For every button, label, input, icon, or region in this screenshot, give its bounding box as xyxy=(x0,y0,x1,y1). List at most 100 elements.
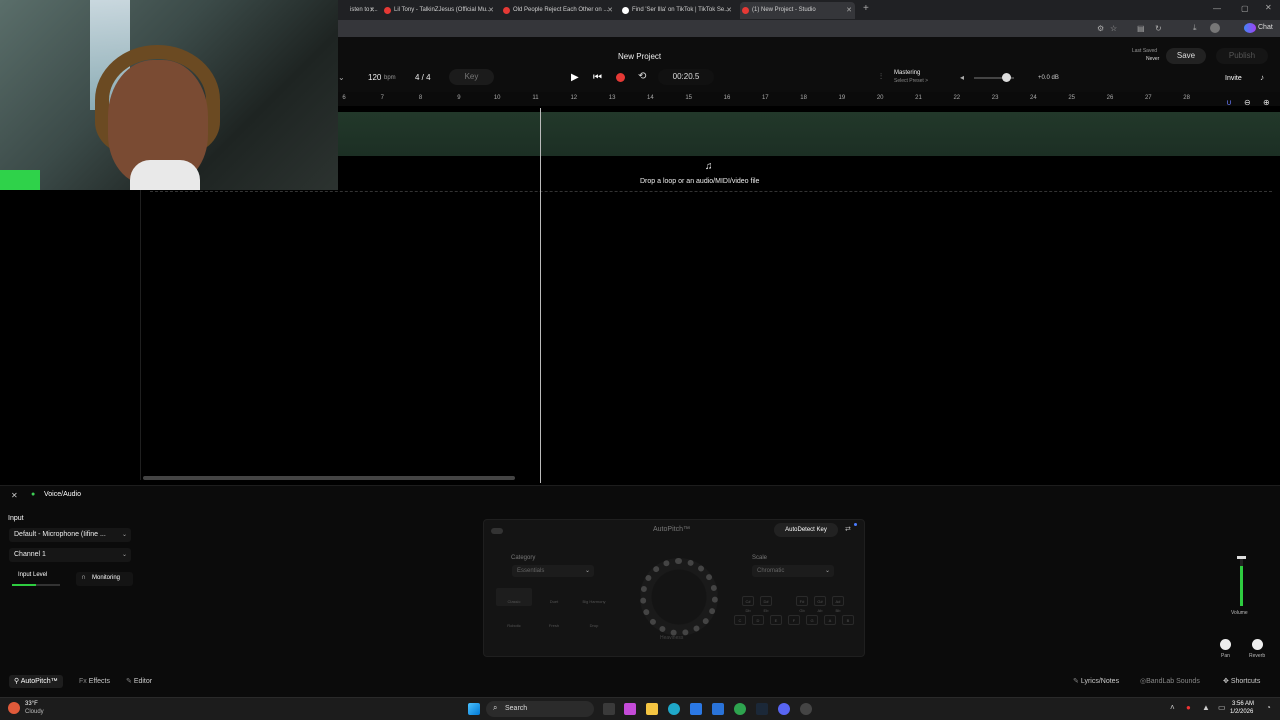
key-d[interactable]: D xyxy=(752,615,764,625)
autopitch-toggle[interactable] xyxy=(491,528,503,534)
sidebar-icon[interactable]: ▤ xyxy=(1137,24,1145,33)
close-tab-icon[interactable]: ✕ xyxy=(607,2,613,19)
browser-tab[interactable]: Old People Reject Each Other on ... ✕ xyxy=(501,2,616,19)
track-lane[interactable] xyxy=(338,112,1280,156)
close-tab-icon[interactable]: ✕ xyxy=(369,2,375,19)
browser-tab[interactable]: isten to r... ✕ xyxy=(338,2,378,19)
category-select[interactable]: Essentials ⌄ xyxy=(512,565,594,577)
weather-desc[interactable]: Cloudy xyxy=(25,709,44,715)
close-window-icon[interactable]: ✕ xyxy=(1265,3,1272,12)
tray-app-icon[interactable]: ● xyxy=(1186,703,1191,712)
timeline-ruler[interactable]: 6 7 8 9 10 11 12 13 14 15 16 17 18 19 20 21 22 23 24 25 26 27… xyxy=(338,92,1280,106)
zoom-in-icon[interactable]: ⊕ xyxy=(1263,98,1270,107)
clock-date[interactable]: 1/2/2026 xyxy=(1230,709,1253,715)
bell-icon[interactable]: ♪ xyxy=(1260,73,1264,82)
monitoring-button[interactable]: ∩ Monitoring xyxy=(76,572,133,586)
preset-classic[interactable]: Classic xyxy=(496,588,532,606)
refresh-icon[interactable]: ↻ xyxy=(1155,24,1162,33)
mastering-label[interactable]: Mastering xyxy=(894,70,920,76)
key-a-sharp[interactable]: A# Bb xyxy=(832,596,844,613)
browser-tab[interactable]: Find 'Ser Illa' on TikTok | TikTok Se...… xyxy=(620,2,735,19)
close-tab-icon[interactable]: ✕ xyxy=(846,2,852,19)
discord-icon[interactable] xyxy=(778,703,790,715)
reverb-knob[interactable] xyxy=(1252,639,1263,650)
preset-duet[interactable]: Duet xyxy=(536,588,572,606)
chevron-up-icon[interactable]: ˄ xyxy=(1170,703,1175,712)
browser-tab[interactable]: Lil Tony - TalkinZJesus (Official Mu... … xyxy=(382,2,497,19)
volume-fader-thumb[interactable] xyxy=(1237,556,1246,559)
close-icon[interactable]: ✕ xyxy=(11,491,18,500)
key-e[interactable]: E xyxy=(770,615,782,625)
play-icon[interactable]: ▶ xyxy=(571,72,579,83)
playhead[interactable] xyxy=(540,108,541,483)
slider-thumb[interactable] xyxy=(1002,73,1011,82)
tab-lyrics-notes[interactable]: ✎ Lyrics/Notes xyxy=(1068,675,1124,688)
copilot-app-icon[interactable] xyxy=(624,703,636,715)
key-g[interactable]: G xyxy=(806,615,818,625)
close-tab-icon[interactable]: ✕ xyxy=(726,2,732,19)
time-signature[interactable]: 4 / 4 xyxy=(415,73,431,82)
magnet-icon[interactable]: ∪ xyxy=(1226,98,1232,107)
key-g-sharp[interactable]: G# Ab xyxy=(814,596,826,613)
publish-button[interactable]: Publish xyxy=(1216,48,1268,64)
mastering-preset[interactable]: Select Preset > xyxy=(894,78,928,84)
key-c[interactable]: C xyxy=(734,615,746,625)
file-explorer-icon[interactable] xyxy=(646,703,658,715)
settings-sliders-icon[interactable]: ⇄ xyxy=(845,525,851,533)
tray-icon[interactable]: ▲ xyxy=(1202,703,1210,712)
preset-fresh[interactable]: Fresh xyxy=(536,612,572,630)
scale-select[interactable]: Chromatic ⌄ xyxy=(752,565,834,577)
preset-robotic[interactable]: Robotic xyxy=(496,612,532,630)
skip-back-icon[interactable]: ⏮ xyxy=(593,72,602,83)
windows-start-icon[interactable] xyxy=(468,703,480,715)
record-icon[interactable] xyxy=(616,73,625,82)
key-f-sharp[interactable]: F# Gb xyxy=(796,596,808,613)
volume-meter[interactable] xyxy=(1240,556,1243,606)
tab-effects[interactable]: Fx Effects xyxy=(74,675,115,688)
clock-time[interactable]: 3:56 AM xyxy=(1232,701,1254,707)
edge-icon[interactable] xyxy=(668,703,680,715)
tab-shortcuts[interactable]: ✥ Shortcuts xyxy=(1218,675,1265,688)
key-b[interactable]: B xyxy=(842,615,854,625)
pan-knob[interactable] xyxy=(1220,639,1231,650)
preset-big-harmony[interactable]: Big Harmony xyxy=(576,588,612,606)
media-player-icon[interactable] xyxy=(800,703,812,715)
autodetect-key-button[interactable]: AutoDetect Key xyxy=(774,523,838,537)
download-icon[interactable]: ⤓ xyxy=(1193,23,1197,33)
steam-icon[interactable] xyxy=(756,703,768,715)
taskbar-search[interactable]: ⌕ Search xyxy=(486,701,594,717)
loop-icon[interactable]: ⟲ xyxy=(638,71,646,82)
key-c-sharp[interactable]: C# Db xyxy=(742,596,754,613)
preset-drop[interactable]: Drop xyxy=(576,612,612,630)
heaviness-knob[interactable] xyxy=(640,558,718,636)
speaker-icon[interactable]: ◂ xyxy=(960,73,964,82)
chevron-down-icon[interactable]: ⌄ xyxy=(338,73,345,82)
maximize-icon[interactable]: ▢ xyxy=(1241,4,1249,13)
extensions-icon[interactable]: ⚙ xyxy=(1097,24,1104,33)
new-tab-button[interactable]: + xyxy=(863,3,869,14)
chat-label[interactable]: Chat xyxy=(1258,24,1273,31)
browser-tab-active[interactable]: (1) New Project - Studio ✕ xyxy=(740,2,855,19)
tab-editor[interactable]: ✎ Editor xyxy=(121,675,157,688)
tab-bandlab-sounds[interactable]: ◎BandLab Sounds xyxy=(1135,675,1205,688)
save-button[interactable]: Save xyxy=(1166,48,1206,64)
zoom-out-icon[interactable]: ⊖ xyxy=(1244,98,1251,107)
monitor-icon[interactable]: ▭ xyxy=(1218,703,1226,712)
tab-autopitch[interactable]: ⚲ AutoPitch™ xyxy=(9,675,63,688)
input-device-select[interactable]: Default - Microphone (Iifine ... ⌄ xyxy=(9,528,131,542)
profile-avatar[interactable] xyxy=(1210,23,1220,33)
minimize-icon[interactable]: — xyxy=(1213,4,1221,13)
weather-temp[interactable]: 33°F xyxy=(25,701,38,707)
invite-button[interactable]: Invite xyxy=(1225,75,1242,82)
key-button[interactable]: Key xyxy=(449,69,494,85)
store-icon[interactable] xyxy=(690,703,702,715)
key-a[interactable]: A xyxy=(824,615,836,625)
close-tab-icon[interactable]: ✕ xyxy=(488,2,494,19)
star-icon[interactable]: ☆ xyxy=(1110,24,1117,33)
task-view-icon[interactable] xyxy=(603,703,615,715)
bpm-value[interactable]: 120 xyxy=(368,73,381,82)
notification-bell-icon[interactable]: ◔ xyxy=(1266,703,1271,712)
track-name[interactable]: Voice/Audio xyxy=(44,491,81,498)
key-d-sharp[interactable]: D# Eb xyxy=(760,596,772,613)
xbox-icon[interactable] xyxy=(734,703,746,715)
